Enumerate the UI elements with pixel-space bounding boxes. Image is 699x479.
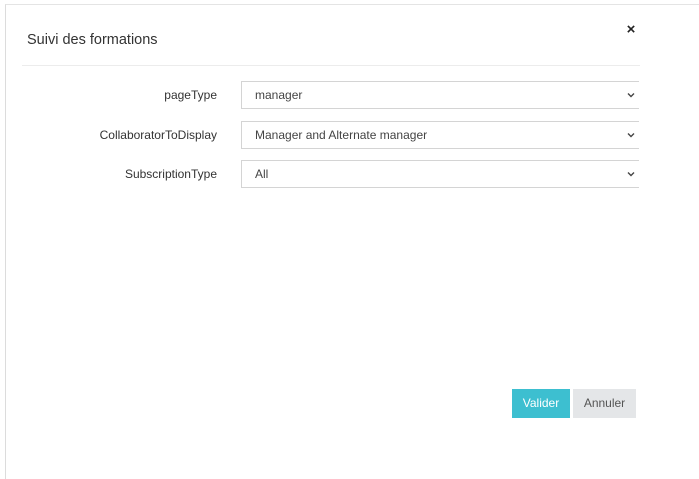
- subscription-select[interactable]: All: [241, 160, 639, 188]
- subscription-label: SubscriptionType: [124, 167, 217, 181]
- subscription-value: All: [255, 167, 269, 181]
- collaborator-select[interactable]: Manager and Alternate manager: [241, 121, 639, 149]
- chevron-down-icon: [627, 172, 635, 177]
- collaborator-value: Manager and Alternate manager: [255, 128, 428, 142]
- collaborator-label: CollaboratorToDisplay: [99, 128, 217, 142]
- form-row-collaborator: CollaboratorToDisplay Manager and Altern…: [6, 121, 699, 149]
- settings-modal: Suivi des formations × pageType manager …: [5, 4, 699, 479]
- form-row-subscription: SubscriptionType All: [6, 160, 699, 188]
- header-divider: [22, 65, 640, 66]
- form-row-pagetype: pageType manager: [6, 81, 699, 109]
- chevron-down-icon: [627, 133, 635, 138]
- pagetype-select[interactable]: manager: [241, 81, 639, 109]
- validate-button[interactable]: Valider: [512, 389, 570, 418]
- close-icon[interactable]: ×: [623, 22, 639, 38]
- pagetype-value: manager: [255, 88, 303, 102]
- chevron-down-icon: [627, 93, 635, 98]
- cancel-button[interactable]: Annuler: [573, 389, 636, 418]
- modal-title: Suivi des formations: [27, 32, 158, 48]
- pagetype-label: pageType: [164, 88, 217, 102]
